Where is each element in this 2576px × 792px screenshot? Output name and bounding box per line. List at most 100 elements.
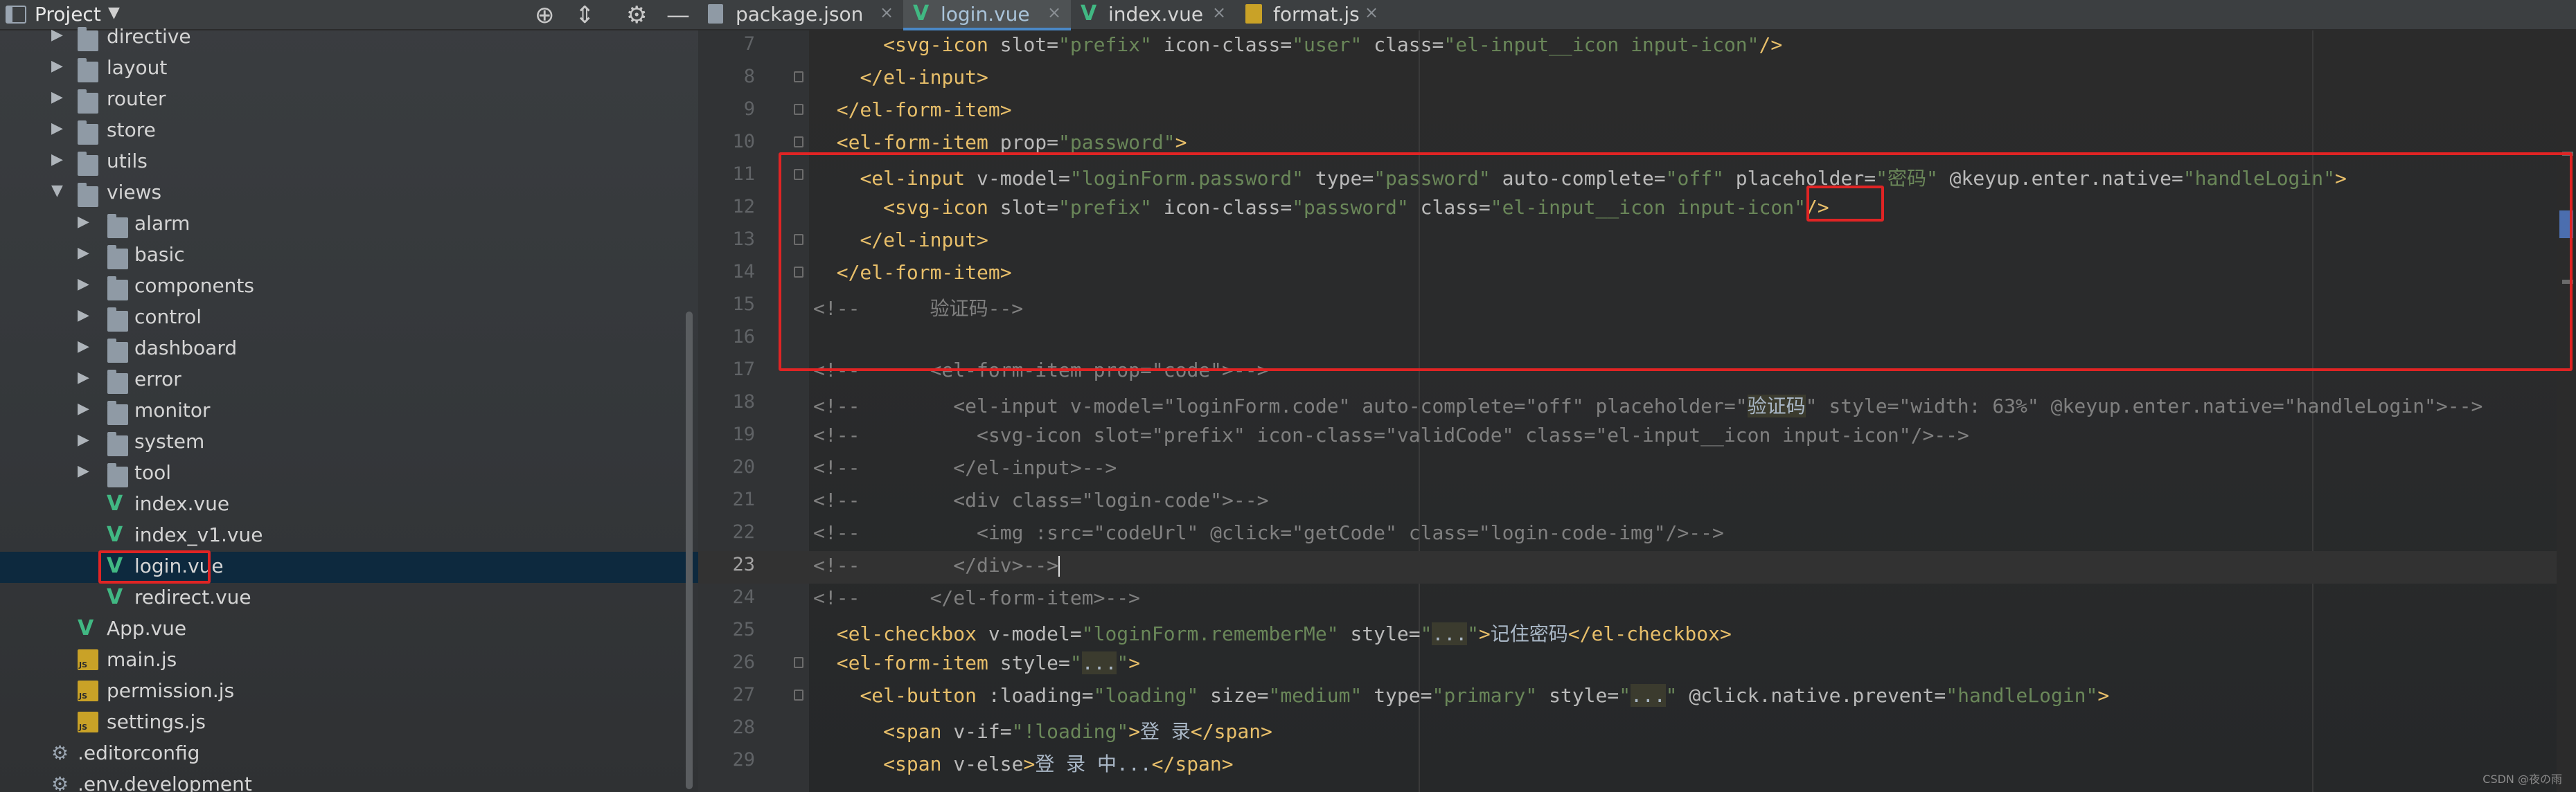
expand-arrow-right-icon[interactable]: ▶ [51,120,63,137]
tree-item[interactable]: ▶ router [0,84,698,116]
code-line[interactable]: 29 <span v-else>登 录 中...</span> [698,746,2576,779]
tree-item[interactable]: JS main.js [0,645,698,676]
code-line[interactable]: 9 </el-form-item> [698,96,2576,128]
expand-arrow-right-icon[interactable]: ▶ [78,276,89,293]
expand-arrow-right-icon[interactable]: ▶ [51,57,63,75]
code-text: <el-form-item prop="password"> [813,131,1187,154]
expand-arrow-right-icon[interactable]: ▶ [78,338,89,355]
fold-marker-icon[interactable] [794,71,803,82]
vertical-scrollbar[interactable] [2557,30,2576,792]
code-line[interactable]: 26 <el-form-item style="..."> [698,649,2576,681]
tree-item[interactable]: ▶ error [0,365,698,396]
code-line[interactable]: 22 <!-- <img :src="codeUrl" @click="getCo… [698,519,2576,551]
code-text: <!-- </el-input>--> [813,456,1117,479]
code-text: <el-form-item style="..."> [813,651,1140,674]
code-line[interactable]: 7 <svg-icon slot="prefix" icon-class="us… [698,30,2576,63]
code-line[interactable]: 8 </el-input> [698,63,2576,96]
code-editor[interactable]: 7 <svg-icon slot="prefix" icon-class="us… [698,30,2576,792]
tree-item[interactable]: Vindex.vue [0,489,698,521]
code-line[interactable]: 21 <!-- <div class="login-code">--> [698,486,2576,519]
tree-item[interactable]: JS permission.js [0,676,698,708]
code-line[interactable]: 25 <el-checkbox v-model="loginForm.remem… [698,616,2576,649]
expand-arrow-right-icon[interactable]: ▶ [78,213,89,231]
project-view-icon [6,6,26,24]
folder-icon [107,245,128,269]
project-scrollbar[interactable] [686,312,693,789]
tree-item-label: permission.js [107,679,235,702]
tree-item[interactable]: ▶ monitor [0,396,698,427]
tree-item[interactable]: ▶ system [0,427,698,458]
expand-arrow-right-icon[interactable]: ▶ [51,151,63,168]
folder-icon [107,307,128,332]
expand-arrow-down-icon[interactable]: ▼ [51,182,63,199]
code-token: <!-- <img :src="codeUrl" @click="getCode… [813,521,1724,544]
code-token: /> [1759,33,1783,56]
line-number: 8 [743,66,755,87]
code-token: "password" [1058,131,1175,154]
tree-item[interactable]: ▶ alarm [0,209,698,240]
vue-file-icon: V [913,1,930,26]
fold-marker-icon[interactable] [794,104,803,115]
expand-arrow-right-icon[interactable]: ▶ [51,26,63,44]
code-token: </el-checkbox> [1567,622,1732,645]
expand-arrow-right-icon[interactable]: ▶ [78,369,89,386]
tree-item[interactable]: ⚙ .env.development [0,770,698,792]
code-line[interactable]: 20 <!-- </el-input>--> [698,453,2576,486]
code-token: size= [1210,684,1269,707]
tree-item[interactable]: ▶ store [0,116,698,147]
tree-item[interactable]: ▶ control [0,303,698,334]
tree-item[interactable]: ▶ components [0,271,698,303]
folder-icon [107,432,128,456]
text-caret [1058,556,1060,577]
tree-item[interactable]: ⚙ .editorconfig [0,739,698,770]
project-panel: Project ▼ ⊕ ⇕ ⚙ — ▶ directive ▶ layout ▶ rout… [0,0,698,792]
code-line[interactable]: 24 <!-- </el-form-item>--> [698,584,2576,616]
tree-item[interactable]: Vredirect.vue [0,583,698,614]
tree-item[interactable]: ▶ directive [0,22,698,53]
code-line[interactable]: 19 <!-- <svg-icon slot="prefix" icon-clas… [698,421,2576,453]
code-token: " [1117,651,1129,674]
expand-arrow-right-icon[interactable]: ▶ [78,307,89,324]
tree-item[interactable]: ▶ basic [0,240,698,271]
folder-icon [78,183,98,207]
close-icon[interactable]: × [1212,3,1226,22]
tab-format-js[interactable]: format.js × [1236,0,1388,29]
code-line[interactable]: 28 <span v-if="!loading">登 录</span> [698,714,2576,746]
close-icon[interactable]: × [880,3,894,22]
close-icon[interactable]: × [1365,3,1378,22]
tree-item[interactable]: ▶ layout [0,53,698,84]
tree-item[interactable]: ▶ dashboard [0,334,698,365]
line-number: 18 [732,391,755,413]
code-text: <svg-icon slot="prefix" icon-class="user… [813,33,1782,56]
fold-marker-icon[interactable] [794,657,803,668]
tab-login-vue[interactable]: Vlogin.vue × [903,0,1071,30]
code-line[interactable]: 18 <!-- <el-input v-model="loginForm.code… [698,388,2576,421]
tree-item[interactable]: JS settings.js [0,708,698,739]
close-icon[interactable]: × [1047,3,1061,22]
code-token: <el-form-item [836,131,1000,154]
tab-index-vue[interactable]: Vindex.vue × [1071,0,1236,29]
tree-item[interactable]: ▶ utils [0,147,698,178]
expand-arrow-right-icon[interactable]: ▶ [78,244,89,262]
code-token: "loginForm.rememberMe" [1081,622,1351,645]
expand-arrow-right-icon[interactable]: ▶ [78,400,89,417]
fold-marker-icon[interactable] [794,690,803,701]
chevron-down-icon[interactable]: ▼ [108,4,120,21]
code-token: 验证码 [1747,395,1806,417]
code-token: "handleLogin" [1946,684,2098,707]
code-text: </el-input> [813,66,988,89]
code-line[interactable]: 27 <el-button :loading="loading" size="m… [698,681,2576,714]
expand-arrow-right-icon[interactable]: ▶ [78,431,89,449]
tree-item[interactable]: V App.vue [0,614,698,645]
line-number: 10 [732,131,755,152]
tree-item[interactable]: Vindex_v1.vue [0,521,698,552]
expand-arrow-right-icon[interactable]: ▶ [51,89,63,106]
tree-item[interactable]: ▼ views [0,178,698,209]
code-line[interactable]: 23 <!-- </div>--> [698,551,2576,584]
tab-package-json[interactable]: package.json × [698,0,903,29]
code-token: > [2097,684,2110,707]
expand-arrow-right-icon[interactable]: ▶ [78,462,89,480]
fold-marker-icon[interactable] [794,136,803,147]
tree-item[interactable]: ▶ tool [0,458,698,489]
